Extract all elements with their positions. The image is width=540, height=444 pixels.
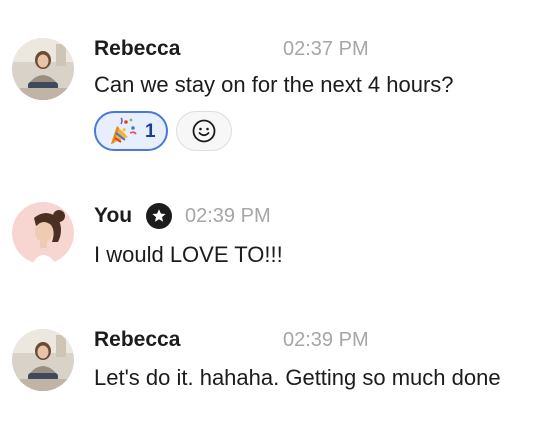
message-item: Rebecca 02:39 PM Let's do it. hahaha. Ge… [0, 0, 540, 444]
rebecca-avatar-image [12, 329, 74, 391]
message-text: Let's do it. hahaha. Getting so much don… [94, 365, 501, 390]
author-name[interactable]: Rebecca [94, 328, 180, 352]
avatar[interactable] [12, 329, 74, 391]
timestamp[interactable]: 02:39 PM [283, 328, 369, 352]
